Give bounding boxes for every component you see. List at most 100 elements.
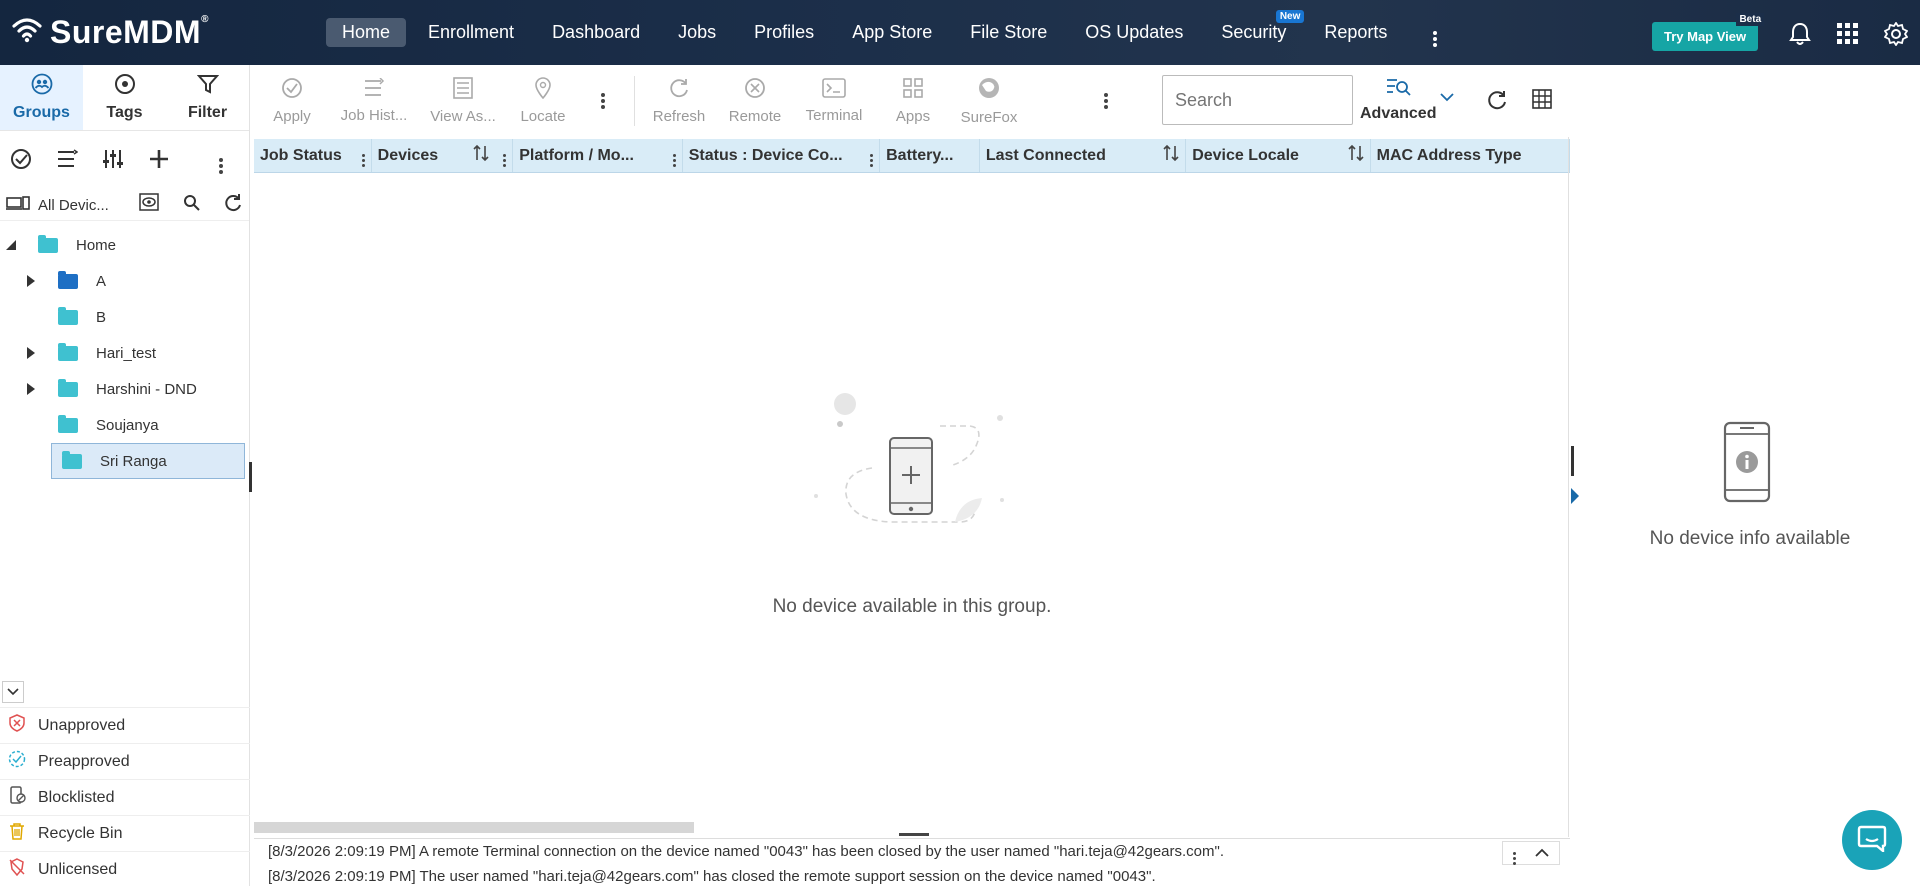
- log-expand-chevron-icon[interactable]: [1535, 845, 1549, 862]
- tab-groups[interactable]: Groups: [0, 65, 83, 130]
- toolbar-more-icon-2[interactable]: [1081, 65, 1131, 137]
- remote-button[interactable]: Remote: [717, 65, 793, 137]
- nav-label: Profiles: [754, 22, 815, 42]
- advanced-dropdown-chevron-icon[interactable]: [1440, 89, 1454, 107]
- column-status-device-co[interactable]: Status : Device Co...: [683, 139, 881, 172]
- nav-enrollment[interactable]: Enrollment: [412, 18, 530, 47]
- status-unapproved[interactable]: Unapproved: [0, 707, 250, 743]
- group-hari-test[interactable]: Hari_test: [0, 335, 249, 371]
- chat-support-button[interactable]: [1842, 810, 1902, 870]
- refresh-tree-icon[interactable]: [223, 193, 243, 218]
- group-sri-ranga[interactable]: Sri Ranga: [51, 443, 245, 479]
- column-chooser-icon[interactable]: [1532, 89, 1552, 114]
- job-history-button[interactable]: Job Hist...: [330, 65, 418, 137]
- suremdm-app: SureMDM® Home Enrollment Dashboard Jobs Prof…: [0, 0, 1920, 886]
- column-devices[interactable]: Devices: [372, 139, 514, 172]
- log-more-icon[interactable]: [1512, 842, 1516, 865]
- add-group-icon[interactable]: [148, 148, 170, 175]
- log-controls: [1502, 841, 1560, 865]
- collapse-status-button[interactable]: [2, 681, 24, 703]
- try-map-view-button[interactable]: Try Map View Beta: [1652, 13, 1765, 51]
- nav-file-store[interactable]: File Store: [954, 18, 1063, 47]
- refresh-icon: [668, 77, 690, 103]
- column-mac-address-type[interactable]: MAC Address Type: [1371, 139, 1570, 172]
- left-tabs: Groups Tags Filter: [0, 65, 249, 131]
- group-a[interactable]: A: [0, 263, 249, 299]
- status-blocklisted[interactable]: Blocklisted: [0, 779, 250, 815]
- apply-button[interactable]: Apply: [254, 65, 330, 137]
- column-menu-icon[interactable]: [503, 144, 507, 167]
- check-circle-icon[interactable]: [10, 148, 32, 175]
- tab-filter[interactable]: Filter: [166, 65, 249, 130]
- brand-logo[interactable]: SureMDM®: [0, 14, 300, 51]
- nav-os-updates[interactable]: OS Updates: [1069, 18, 1199, 47]
- apps-button[interactable]: Apps: [875, 65, 951, 137]
- column-battery[interactable]: Battery...: [880, 139, 980, 172]
- column-platform-mo[interactable]: Platform / Mo...: [513, 139, 683, 172]
- nav-security[interactable]: Security New: [1205, 10, 1305, 47]
- surefox-button[interactable]: SureFox: [951, 65, 1027, 137]
- nav-reports[interactable]: Reports: [1308, 18, 1403, 47]
- apps-grid-icon[interactable]: [1836, 22, 1860, 46]
- status-preapproved[interactable]: Preapproved: [0, 743, 250, 779]
- terminal-icon: [822, 78, 846, 102]
- group-harshini-dnd[interactable]: Harshini - DND: [0, 371, 249, 407]
- sort-icon[interactable]: [473, 144, 489, 167]
- right-panel-toggle-icon[interactable]: [1569, 486, 1581, 511]
- column-job-status[interactable]: Job Status: [254, 139, 372, 172]
- folder-icon: [58, 414, 78, 433]
- group-more-icon[interactable]: [219, 149, 223, 174]
- column-actions: [473, 144, 507, 167]
- group-soujanya[interactable]: Soujanya: [0, 407, 249, 443]
- group-tree: Home A B Hari_test Harshini - DND Soujanya Sri…: [0, 221, 249, 479]
- apps-icon: [902, 77, 924, 103]
- left-resize-handle[interactable]: [249, 462, 252, 492]
- expanded-caret-icon[interactable]: [4, 239, 18, 251]
- sort-list-icon[interactable]: [56, 148, 79, 174]
- status-recycle-bin[interactable]: Recycle Bin: [0, 815, 250, 851]
- nav-app-store[interactable]: App Store: [836, 18, 948, 47]
- grid-horizontal-scrollbar[interactable]: [254, 822, 694, 833]
- column-device-locale[interactable]: Device Locale: [1186, 139, 1371, 172]
- sort-icon[interactable]: [1348, 144, 1364, 167]
- search-icon[interactable]: [183, 194, 201, 217]
- group-b[interactable]: B: [0, 299, 249, 335]
- nav-dashboard[interactable]: Dashboard: [536, 18, 656, 47]
- tab-tags[interactable]: Tags: [83, 65, 166, 130]
- column-label: Devices: [377, 146, 439, 164]
- gear-icon[interactable]: [1884, 22, 1908, 46]
- main-nav: Home Enrollment Dashboard Jobs Profiles App S…: [326, 10, 1403, 47]
- nav-profiles[interactable]: Profiles: [738, 18, 830, 47]
- terminal-button[interactable]: Terminal: [793, 65, 875, 137]
- grid-refresh-icon[interactable]: [1486, 89, 1508, 116]
- nav-jobs[interactable]: Jobs: [662, 18, 732, 47]
- column-actions: [1163, 144, 1179, 167]
- collapsed-caret-icon[interactable]: [24, 346, 38, 360]
- collapsed-caret-icon[interactable]: [24, 274, 38, 288]
- advanced-search-button[interactable]: Advanced: [1360, 77, 1436, 123]
- view-as-button[interactable]: View As...: [418, 65, 508, 137]
- refresh-button[interactable]: Refresh: [641, 65, 717, 137]
- log-resize-handle[interactable]: [899, 833, 929, 836]
- eye-settings-icon[interactable]: [139, 193, 161, 218]
- locate-button[interactable]: Locate: [508, 65, 578, 137]
- nav-home[interactable]: Home: [326, 18, 407, 47]
- bell-icon[interactable]: [1788, 22, 1812, 46]
- device-search-input[interactable]: [1162, 75, 1353, 125]
- right-resize-handle[interactable]: [1571, 446, 1574, 476]
- column-last-connected[interactable]: Last Connected: [980, 139, 1187, 172]
- blocklist-icon: [8, 786, 26, 809]
- column-menu-icon[interactable]: [672, 144, 676, 167]
- status-unlicensed[interactable]: Unlicensed: [0, 851, 250, 886]
- toolbar-more-icon[interactable]: [578, 65, 628, 137]
- nav-more-icon[interactable]: [1423, 18, 1447, 47]
- group-home[interactable]: Home: [0, 227, 249, 263]
- column-menu-icon[interactable]: [870, 144, 874, 167]
- no-device-illustration: [810, 388, 1010, 528]
- column-menu-icon[interactable]: [361, 144, 365, 167]
- sliders-icon[interactable]: [102, 148, 124, 175]
- sort-icon[interactable]: [1163, 144, 1179, 167]
- folder-icon: [58, 270, 78, 289]
- all-devices-row[interactable]: All Devic...: [0, 191, 249, 221]
- collapsed-caret-icon[interactable]: [24, 382, 38, 396]
